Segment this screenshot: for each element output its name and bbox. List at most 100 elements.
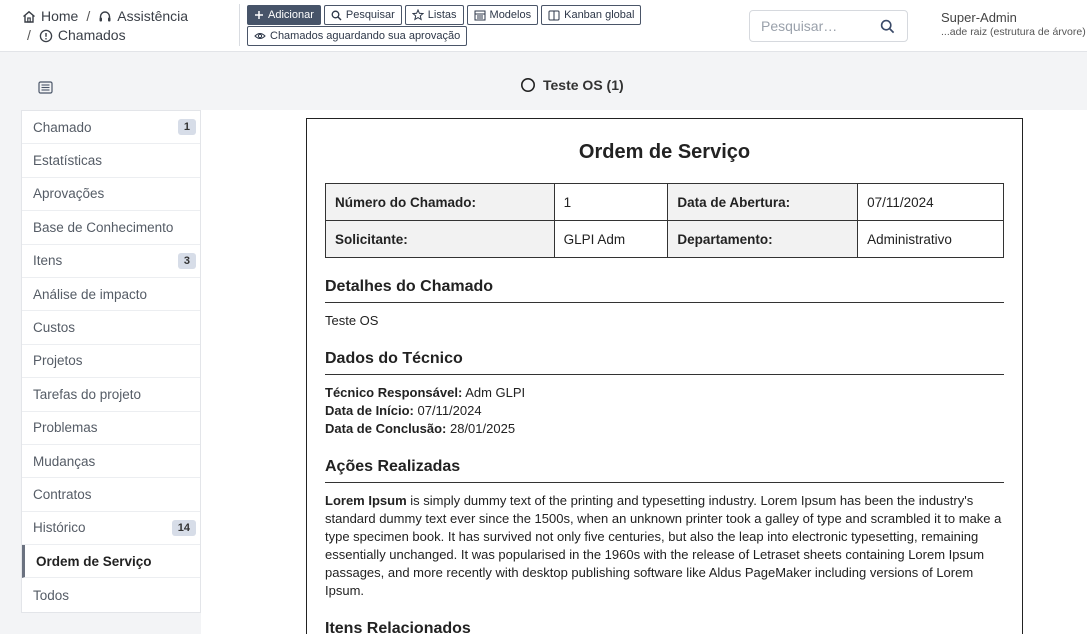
kanban-button[interactable]: Kanban global [541, 5, 642, 25]
sidebar-item[interactable]: Tarefas do projeto [22, 378, 200, 412]
ticket-number-value: 1 [553, 183, 669, 221]
sidebar-item-badge: 14 [171, 519, 196, 536]
breadcrumb-tickets[interactable]: Chamados [58, 26, 126, 45]
global-search [749, 10, 908, 42]
sidebar-item-label: Todos [33, 587, 70, 603]
sidebar-item-label: Tarefas do projeto [33, 386, 142, 402]
search-icon[interactable] [880, 19, 895, 34]
lists-button-label: Listas [427, 9, 457, 21]
sidebar-item-label: Análise de impacto [33, 286, 148, 302]
sidebar-item-label: Chamado [33, 119, 92, 135]
sidebar-item-label: Problemas [33, 420, 98, 436]
technician-end: Data de Conclusão: 28/01/2025 [325, 420, 1004, 438]
sidebar-item[interactable]: Histórico 14 [22, 512, 200, 546]
sidebar-item-label: Aprovações [33, 186, 105, 202]
circle-status-icon [520, 77, 536, 93]
technician-end-value: 28/01/2025 [449, 421, 516, 436]
templates-button-label: Modelos [489, 9, 532, 21]
lists-button[interactable]: Listas [404, 5, 464, 25]
open-date-label: Data de Abertura: [667, 183, 859, 221]
sidebar-item[interactable]: Projetos [22, 345, 200, 379]
add-button-label: Adicionar [268, 9, 314, 21]
user-entity: ...ade raiz (estrutura de árvore) [941, 26, 1086, 38]
search-button-label: Pesquisar [345, 9, 395, 21]
sidebar-item-badge: 3 [177, 252, 196, 269]
sidebar-item[interactable]: Análise de impacto [22, 278, 200, 312]
ticket-tabs-sidebar: Chamado 1 Estatísticas Aprovações Base de Co… [21, 110, 201, 613]
ticket-number-label: Número do Chamado: [325, 183, 555, 221]
breadcrumb-home[interactable]: Home [41, 7, 78, 26]
sidebar-item-label: Contratos [33, 486, 92, 502]
sidebar-item-label: Custos [33, 320, 76, 336]
user-name: Super-Admin [941, 10, 1017, 25]
actions-text: Lorem Ipsum is simply dummy text of the … [325, 492, 1004, 600]
sidebar-item[interactable]: Estatísticas [22, 144, 200, 178]
add-button[interactable]: Adicionar [247, 5, 321, 25]
ticket-info-table: Número do Chamado: 1 Data de Abertura: 0… [325, 183, 1004, 258]
sidebar-item[interactable]: Aprovações [22, 178, 200, 212]
awaiting-approval-button[interactable]: Chamados aguardando sua aprovação [247, 26, 468, 46]
headset-icon [98, 10, 112, 24]
actions-text-bold: Lorem Ipsum [325, 493, 407, 508]
search-icon [331, 10, 342, 21]
top-header: Home / Assistência / Chamados Adicionar … [0, 0, 1087, 52]
sidebar-item[interactable]: Custos [22, 311, 200, 345]
sidebar-item[interactable]: Chamado 1 [22, 111, 200, 145]
eye-icon [254, 31, 266, 41]
sidebar-item[interactable]: Ordem de Serviço [22, 545, 200, 579]
actions-text-body: is simply dummy text of the printing and… [325, 493, 1002, 598]
technician-start: Data de Início: 07/11/2024 [325, 402, 1004, 420]
details-section-title: Detalhes do Chamado [325, 278, 1004, 303]
department-label: Departamento: [667, 220, 859, 258]
alert-circle-icon [39, 29, 53, 43]
open-date-value: 07/11/2024 [857, 183, 1004, 221]
user-menu[interactable]: Super-Admin ...ade raiz (estrutura de ár… [941, 10, 1087, 39]
sidebar-item[interactable]: Problemas [22, 412, 200, 445]
sidebar-item-label: Estatísticas [33, 153, 103, 169]
sidebar-item-badge: 1 [177, 119, 196, 136]
template-icon [474, 10, 486, 21]
department-value: Administrativo [857, 220, 1004, 258]
table-row: Solicitante: GLPI Adm Departamento: Admi… [325, 220, 1004, 258]
breadcrumb: Home / Assistência / Chamados [22, 7, 188, 45]
sidebar-item[interactable]: Todos [22, 578, 200, 611]
sidebar-item-label: Histórico [33, 520, 86, 536]
sidebar-item[interactable]: Base de Conhecimento [22, 211, 200, 245]
table-row: Número do Chamado: 1 Data de Abertura: 0… [325, 183, 1004, 221]
actions-section-title: Ações Realizadas [325, 458, 1004, 483]
sidebar-item[interactable]: Itens 3 [22, 245, 200, 278]
sidebar-item[interactable]: Mudanças [22, 445, 200, 479]
sidebar-item-label: Mudanças [33, 453, 96, 469]
technician-start-value: 07/11/2024 [417, 403, 482, 418]
technician-section-title: Dados do Técnico [325, 350, 1004, 375]
ticket-title-text: Teste OS (1) [543, 77, 624, 93]
header-divider [239, 4, 240, 46]
requester-value: GLPI Adm [553, 220, 669, 258]
sidebar-item[interactable]: Contratos [22, 478, 200, 512]
technician-end-label: Data de Conclusão: [325, 421, 447, 436]
document-title: Ordem de Serviço [578, 141, 751, 163]
star-icon [411, 9, 424, 21]
sidebar-item-label: Ordem de Serviço [36, 553, 152, 569]
columns-icon [548, 10, 560, 21]
technician-start-label: Data de Início: [325, 403, 414, 418]
ticket-title: Teste OS (1) [520, 77, 624, 93]
breadcrumb-separator: / [86, 8, 91, 24]
sidebar-item-label: Itens [33, 253, 63, 269]
related-items-section-title: Itens Relacionados [325, 620, 1004, 634]
technician-responsible-value: Adm GLPI [465, 385, 526, 400]
sidebar-item-label: Projetos [33, 353, 83, 369]
kanban-button-label: Kanban global [564, 9, 635, 21]
search-input[interactable] [761, 18, 873, 34]
awaiting-approval-label: Chamados aguardando sua aprovação [270, 30, 461, 42]
list-icon[interactable] [38, 81, 53, 94]
details-text: Teste OS [325, 313, 379, 328]
requester-label: Solicitante: [325, 220, 555, 258]
templates-button[interactable]: Modelos [466, 5, 539, 25]
technician-responsible-label: Técnico Responsável: [325, 385, 463, 400]
sidebar-item-label: Base de Conhecimento [33, 219, 174, 235]
service-order-document: Ordem de Serviço Número do Chamado: 1 Da… [306, 118, 1023, 634]
technician-responsible: Técnico Responsável: Adm GLPI [325, 384, 1004, 402]
breadcrumb-assistance[interactable]: Assistência [117, 7, 188, 26]
search-button[interactable]: Pesquisar [323, 5, 402, 25]
